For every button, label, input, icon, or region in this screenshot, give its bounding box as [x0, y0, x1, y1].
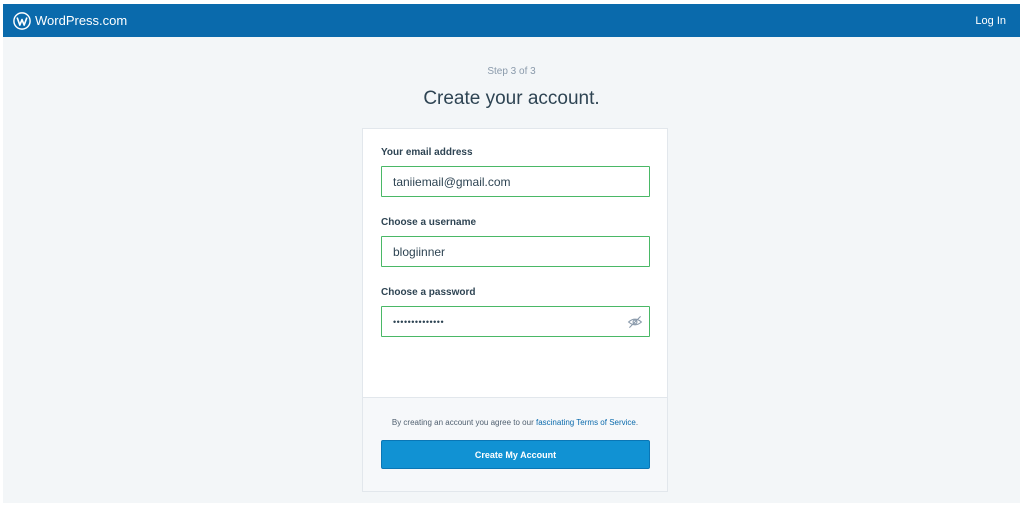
- fascinating-link[interactable]: fascinating: [536, 418, 574, 427]
- login-link[interactable]: Log In: [975, 15, 1010, 27]
- email-field[interactable]: taniiemail@gmail.com: [381, 166, 650, 197]
- password-group: Choose a password ••••••••••••••: [381, 287, 650, 337]
- page-title: Create your account.: [423, 88, 600, 109]
- username-field[interactable]: blogiinner: [381, 236, 650, 267]
- step-indicator: Step 3 of 3: [487, 66, 536, 77]
- wordpress-logo-icon: [13, 11, 31, 30]
- username-label: Choose a username: [381, 217, 477, 228]
- masthead: WordPress.com Log In: [3, 4, 1020, 37]
- eye-hidden-icon[interactable]: [627, 314, 643, 330]
- create-account-label: Create My Account: [474, 449, 557, 460]
- signup-form: Your email address taniiemail@gmail.com …: [363, 129, 667, 397]
- signup-card: Your email address taniiemail@gmail.com …: [362, 128, 668, 492]
- terms-prefix: By creating an account you agree to our: [391, 418, 536, 427]
- email-label: Your email address: [381, 147, 473, 158]
- brand-name: WordPress.com: [35, 13, 128, 28]
- terms-notice: By creating an account you agree to our …: [381, 418, 649, 427]
- username-group: Choose a username blogiinner: [381, 217, 650, 267]
- password-label: Choose a password: [381, 287, 476, 298]
- terms-suffix: .: [635, 418, 639, 427]
- brand-link[interactable]: WordPress.com: [13, 11, 128, 30]
- create-account-button[interactable]: Create My Account: [381, 440, 650, 469]
- terms-of-service-link[interactable]: Terms of Service: [576, 418, 636, 427]
- password-value: ••••••••••••••: [393, 316, 445, 327]
- email-value: taniiemail@gmail.com: [393, 174, 511, 189]
- page: WordPress.com Log In Step 3 of 3 Create …: [3, 4, 1020, 503]
- password-field[interactable]: ••••••••••••••: [381, 306, 650, 337]
- email-group: Your email address taniiemail@gmail.com: [381, 147, 650, 197]
- signup-footer: By creating an account you agree to our …: [363, 397, 667, 491]
- username-value: blogiinner: [393, 244, 446, 259]
